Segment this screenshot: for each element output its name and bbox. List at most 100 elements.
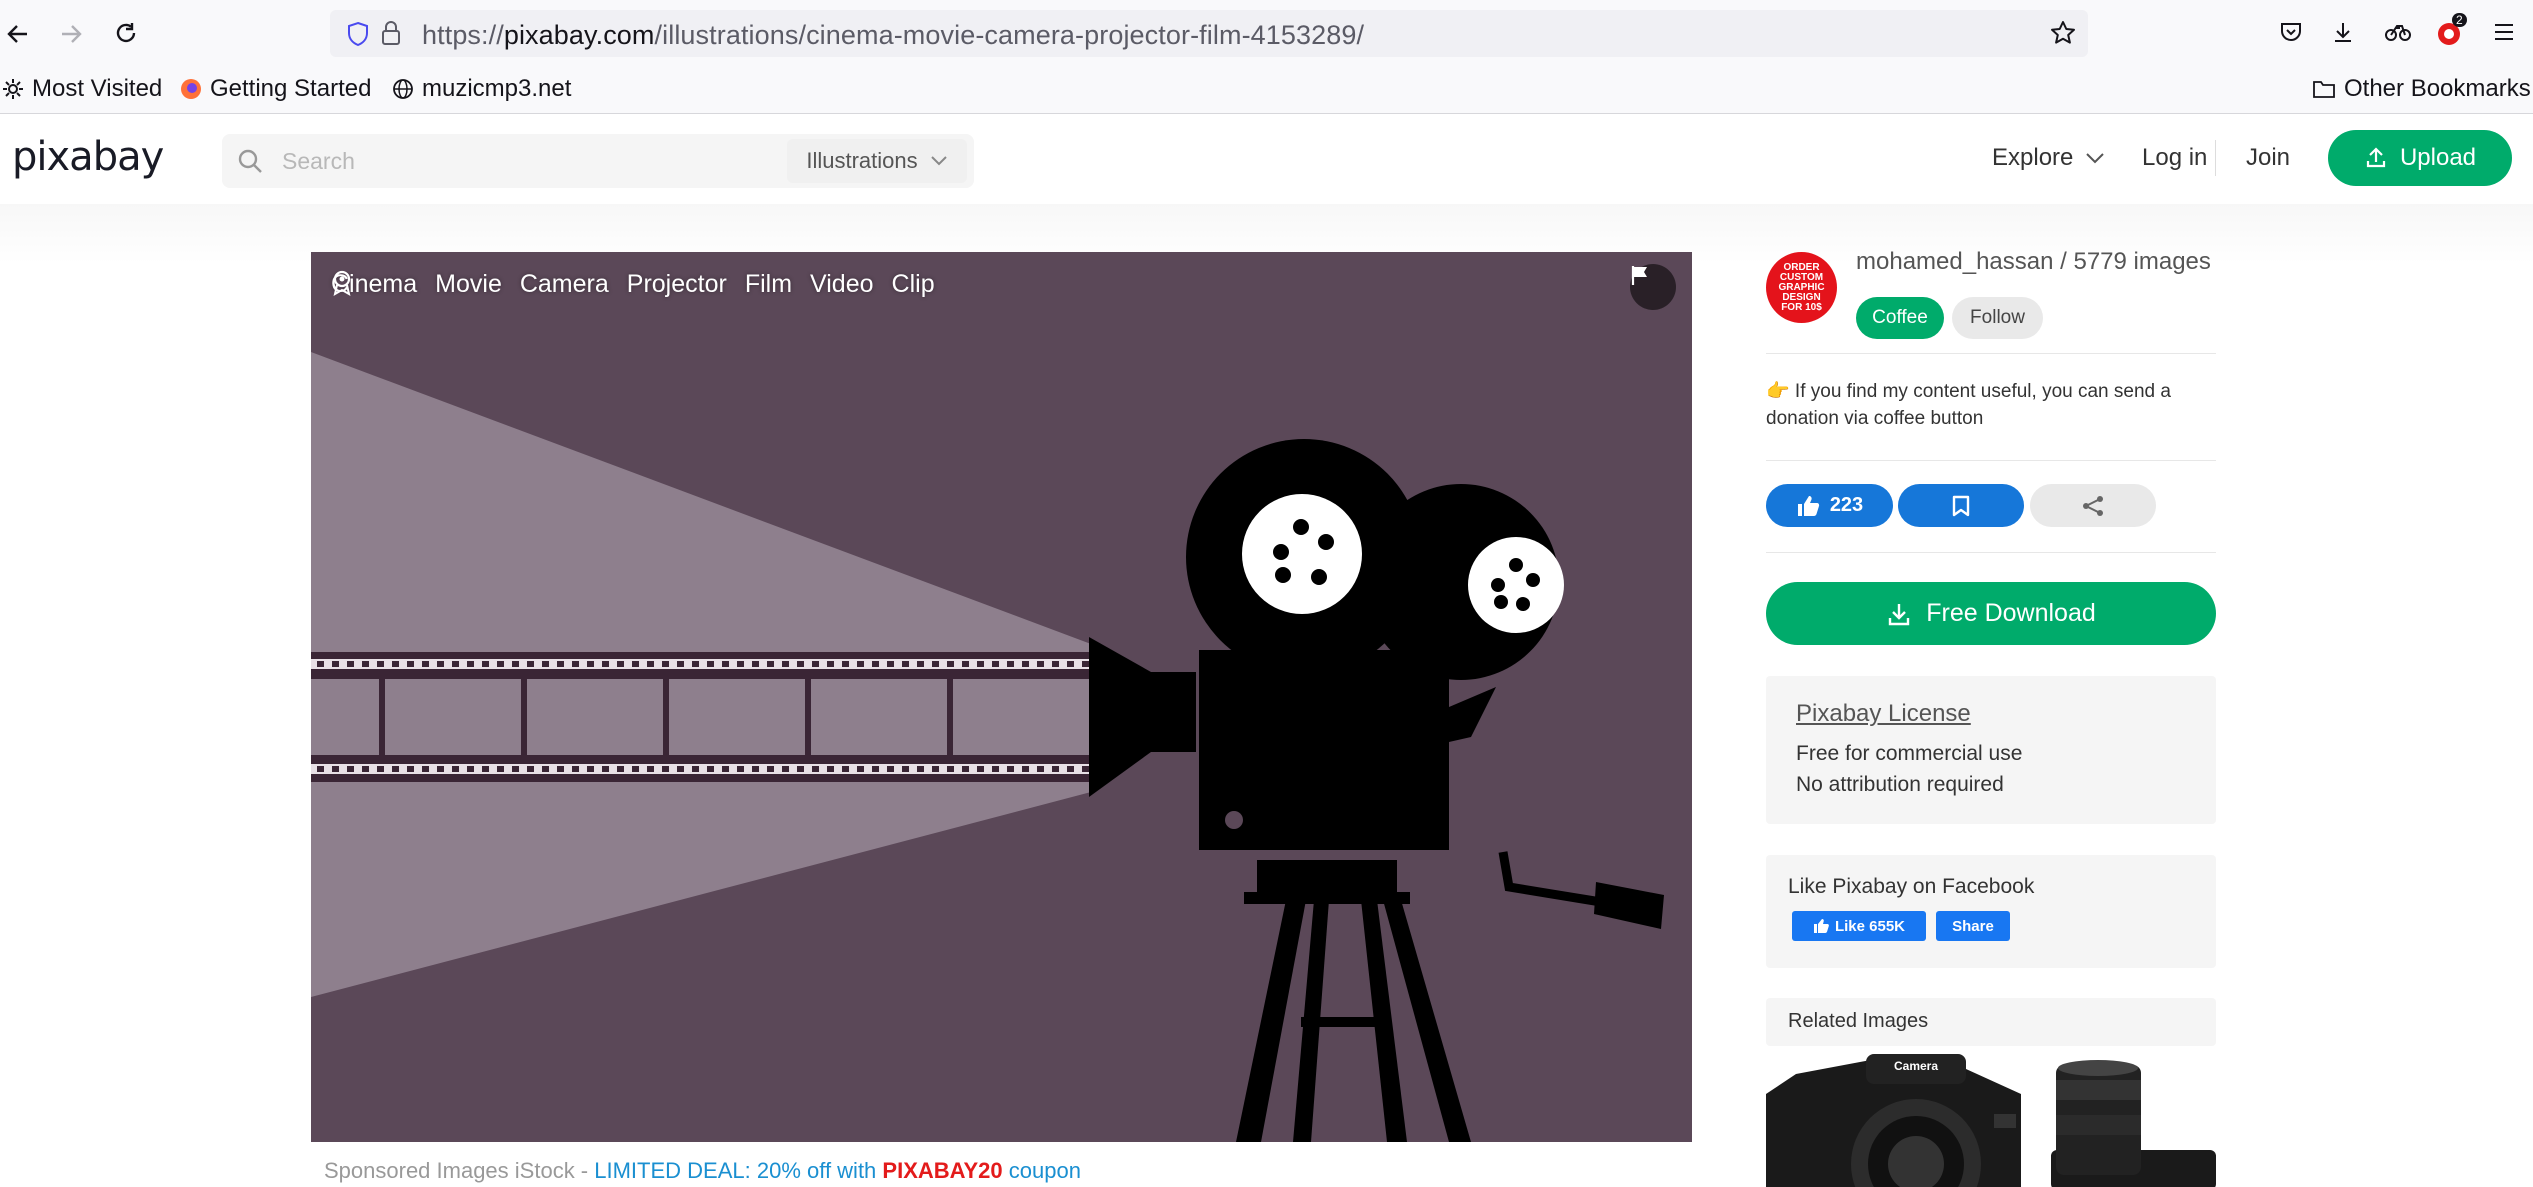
film-sprocket-hole [452,661,459,667]
firefox-icon [181,79,201,99]
film-sprocket-hole [572,766,579,772]
film-sprocket-hole [962,766,969,772]
share-button[interactable] [2030,484,2156,527]
divider [1766,552,2216,553]
film-sprocket-hole [362,661,369,667]
film-sprocket-hole [662,766,669,772]
film-sprocket-hole [452,766,459,772]
related-images-header: Related Images [1766,998,2216,1046]
reload-icon[interactable] [110,18,142,50]
facebook-title: Like Pixabay on Facebook [1788,875,2035,898]
report-button[interactable] [1630,264,1676,310]
tracking-protection-icon[interactable] [346,21,370,52]
bookmark-getting-started[interactable]: Getting Started [180,75,371,103]
other-bookmarks[interactable]: Other Bookmarks [2312,75,2531,103]
url-text[interactable]: https://pixabay.com/illustrations/cinema… [422,20,1364,51]
film-sprocket-hole [812,766,819,772]
film-sprocket-hole [797,661,804,667]
folder-icon [2313,81,2335,98]
film-sprocket-hole [467,766,474,772]
film-sprocket-hole [482,766,489,772]
film-sprocket-hole [902,661,909,667]
downloads-icon[interactable] [2328,17,2358,47]
film-sprocket-hole [857,766,864,772]
pocket-icon[interactable] [2276,17,2306,47]
save-button[interactable] [1898,484,2024,527]
bookmark-icon [1952,495,1970,516]
related-thumb-lens[interactable] [2041,1060,2216,1187]
coffee-button[interactable]: Coffee [1856,297,1944,339]
follow-button[interactable]: Follow [1952,297,2043,339]
facebook-share-button[interactable]: Share [1936,911,2010,941]
facebook-like-label: Like 655K [1834,917,1906,935]
upload-button[interactable]: Upload [2328,130,2512,186]
film-sprocket-hole [1052,766,1059,772]
film-sprocket-hole [467,661,474,667]
license-line-commercial: Free for commercial use [1796,742,2023,765]
free-download-button[interactable]: Free Download [1766,582,2216,645]
pixabay-logo[interactable]: pixabay [12,134,164,180]
divider [1766,460,2216,461]
join-link[interactable]: Join [2246,144,2290,172]
related-thumb-camera[interactable]: Camera [1766,1054,2026,1187]
sponsored-suffix: coupon [1002,1158,1081,1183]
tag-clip[interactable]: Clip [892,270,935,299]
film-sprocket-hole [332,766,339,772]
license-line-attribution: No attribution required [1796,773,2004,796]
tag-list: Cinema Movie Camera Projector Film Video… [331,270,935,299]
extension-icon[interactable] [2383,17,2413,47]
film-sprocket-hole [917,661,924,667]
adblock-extension-icon[interactable]: 2 [2436,13,2467,47]
sponsored-line[interactable]: Sponsored Images iStock - LIMITED DEAL: … [324,1158,1081,1184]
film-sprocket-hole [377,661,384,667]
film-sprocket-hole [827,661,834,667]
tag-projector[interactable]: Projector [627,270,727,299]
film-sprocket-hole [602,661,609,667]
like-button[interactable]: 223 [1766,484,1893,527]
menu-icon[interactable] [2489,17,2519,47]
film-sprocket-hole [842,661,849,667]
search-category-select[interactable]: Illustrations [787,139,967,183]
chevron-down-icon [930,156,947,166]
upload-icon [2366,147,2386,168]
login-link[interactable]: Log in [2142,144,2207,172]
bookmark-star-icon[interactable] [2050,20,2076,51]
search-input[interactable]: Search [282,148,355,175]
film-sprocket-hole [767,766,774,772]
tag-film[interactable]: Film [745,270,792,299]
address-bar[interactable]: https://pixabay.com/illustrations/cinema… [330,10,2088,57]
site-header: pixabay Search Illustrations Explore Log… [0,114,2533,204]
tag-video[interactable]: Video [810,270,874,299]
forward-icon[interactable] [55,18,87,50]
film-sprocket-hole [1082,661,1089,667]
film-sprocket-hole [752,661,759,667]
bookmark-most-visited[interactable]: Most Visited [2,75,162,103]
tag-movie[interactable]: Movie [435,270,502,299]
film-sprocket-hole [632,766,639,772]
author-name[interactable]: mohamed_hassan / 5779 images [1856,248,2211,276]
film-sprocket-hole [737,661,744,667]
film-sprocket-hole [392,661,399,667]
lock-icon[interactable] [380,20,402,51]
search-box[interactable]: Search Illustrations [222,134,974,188]
tag-camera[interactable]: Camera [520,270,609,299]
license-link[interactable]: Pixabay License [1796,700,1971,728]
film-sprocket-hole [332,661,339,667]
share-icon [2083,495,2103,516]
main-illustration[interactable]: Cinema Movie Camera Projector Film Video… [311,252,1692,1142]
film-sprocket-hole [662,661,669,667]
film-sprocket-hole [392,766,399,772]
facebook-like-button[interactable]: Like 655K [1792,911,1926,941]
bookmark-muzicmp3[interactable]: muzicmp3.net [392,75,571,103]
film-sprocket-hole [632,661,639,667]
explore-menu[interactable]: Explore [1992,144,2105,172]
bookmark-label: muzicmp3.net [422,75,572,102]
film-sprocket-hole [647,661,654,667]
author-avatar[interactable]: ORDER CUSTOM GRAPHIC DESIGN FOR 10$ [1766,252,1837,323]
camera-lens-image [2051,1060,2216,1187]
back-icon[interactable] [2,18,34,50]
film-sprocket-hole [1007,661,1014,667]
thumbs-up-icon [1797,495,1819,516]
award-icon [333,270,351,296]
film-sprocket-hole [722,661,729,667]
